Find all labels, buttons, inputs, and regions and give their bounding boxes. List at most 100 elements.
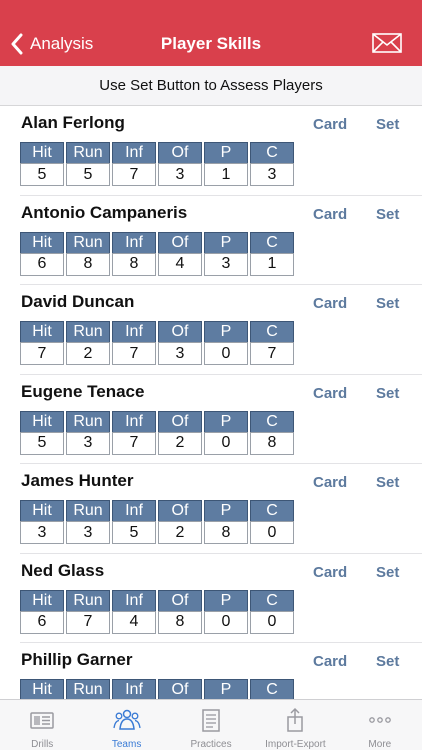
skill-cell: Run 8	[66, 231, 110, 276]
skill-label: P	[204, 142, 248, 163]
card-button[interactable]: Card	[313, 295, 347, 312]
skill-value: 7	[112, 163, 156, 186]
skill-cell: Inf 7	[112, 142, 156, 186]
more-icon	[368, 717, 391, 723]
set-button[interactable]: Set	[376, 474, 399, 491]
skill-label: C	[250, 321, 294, 342]
skill-value: 8	[66, 252, 110, 276]
tab-teams[interactable]: Teams	[84, 700, 168, 750]
card-button[interactable]: Card	[313, 653, 347, 670]
skill-value: 3	[20, 521, 64, 544]
skill-cell: Run 7	[66, 589, 110, 634]
tab-label: More	[368, 739, 392, 750]
card-button[interactable]: Card	[313, 206, 347, 223]
skill-value: 0	[204, 610, 248, 634]
tab-drills[interactable]: Drills	[0, 700, 84, 750]
tab-practices[interactable]: Practices	[169, 700, 253, 750]
skill-label: C	[250, 500, 294, 521]
skill-cell: Hit 5	[20, 410, 64, 455]
skill-value: 7	[112, 431, 156, 455]
skill-value: 0	[204, 431, 248, 455]
skill-grid: Hit 5 Run 5 Inf 7 Of 3 P 1 C 3	[20, 142, 296, 186]
skill-label: Hit	[20, 589, 64, 611]
skill-value: 5	[20, 431, 64, 455]
skill-value: 7	[20, 342, 64, 365]
card-button[interactable]: Card	[313, 564, 347, 581]
set-button[interactable]: Set	[376, 116, 399, 133]
skill-cell: C8	[250, 410, 294, 455]
player-name: Eugene Tenace	[21, 381, 145, 401]
skill-value: 0	[204, 342, 248, 365]
player-row: James Hunter Card Set Hit 3 Run 3 Inf 5 Of 2 P 8 C 0	[20, 464, 422, 554]
skill-label: Inf	[112, 142, 156, 163]
skill-grid: Hit Run Inf Of P C	[20, 679, 296, 699]
skill-value: 5	[20, 163, 64, 186]
set-button[interactable]: Set	[376, 564, 399, 581]
card-button[interactable]: Card	[313, 385, 347, 402]
skill-cell: P3	[204, 231, 248, 276]
skill-label: C	[250, 142, 294, 163]
set-button[interactable]: Set	[376, 385, 399, 402]
skill-cell: Inf 8	[112, 231, 156, 276]
skill-value: 8	[112, 252, 156, 276]
skill-value: 3	[66, 521, 110, 544]
skill-cell: Run 3	[66, 410, 110, 455]
skill-label: C	[250, 679, 294, 699]
skill-cell: Run 3	[66, 500, 110, 544]
skill-grid: Hit 6 Run 8 Inf 8 Of 4 P 3 C 1	[20, 231, 296, 276]
player-list[interactable]: Alan Ferlong Card Set Hit 5 Run 5 Inf 7 Of 3 P 1 C 3 An…	[0, 106, 422, 699]
tab-more[interactable]: More	[338, 700, 422, 750]
skill-cell: P0	[204, 589, 248, 634]
set-button[interactable]: Set	[376, 653, 399, 670]
skill-label: Inf	[112, 231, 156, 253]
skill-value: 1	[250, 252, 294, 276]
skill-cell: Hit 7	[20, 321, 64, 365]
skill-label: P	[204, 679, 248, 699]
skill-label: C	[250, 410, 294, 432]
skill-cell: P8	[204, 500, 248, 544]
skill-cell: C7	[250, 321, 294, 365]
skill-cell: P1	[204, 142, 248, 186]
skill-label: P	[204, 231, 248, 253]
mail-icon[interactable]	[372, 33, 402, 53]
skill-label: Of	[158, 589, 202, 611]
skill-cell: P	[204, 679, 248, 699]
skill-value: 2	[66, 342, 110, 365]
skill-value: 8	[158, 610, 202, 634]
skill-label: Run	[66, 500, 110, 521]
player-name: David Duncan	[21, 292, 135, 311]
set-button[interactable]: Set	[376, 295, 399, 312]
skill-label: Inf	[112, 500, 156, 521]
skill-label: P	[204, 410, 248, 432]
navigation-bar: Analysis Player Skills	[0, 0, 422, 66]
skill-value: 8	[204, 521, 248, 544]
skill-label: Run	[66, 321, 110, 342]
skill-label: P	[204, 321, 248, 342]
player-row: David Duncan Card Set Hit 7 Run 2 Inf 7 Of 3 P 0 C 7	[20, 285, 422, 375]
skill-cell: Hit 5	[20, 142, 64, 186]
skill-label: Hit	[20, 500, 64, 521]
player-row: Ned Glass Card Set Hit 6 Run 7 Inf 4 Of 8 P 0 C 0	[20, 554, 422, 643]
share-icon	[287, 707, 304, 732]
card-button[interactable]: Card	[313, 116, 347, 133]
skill-cell: P0	[204, 410, 248, 455]
tab-import-export[interactable]: Import-Export	[253, 700, 337, 750]
skill-cell: C	[250, 679, 294, 699]
skill-value: 2	[158, 431, 202, 455]
skill-value: 7	[112, 342, 156, 365]
skill-label: Inf	[112, 321, 156, 342]
skill-label: Run	[66, 142, 110, 163]
skill-cell: Hit	[20, 679, 64, 699]
skill-cell: Hit 3	[20, 500, 64, 544]
card-button[interactable]: Card	[313, 474, 347, 491]
tab-bar: Drills Teams Practices Import-Export More	[0, 699, 422, 750]
skill-label: Hit	[20, 410, 64, 432]
skill-label: P	[204, 589, 248, 611]
player-row: Antonio Campaneris Card Set Hit 6 Run 8 Inf 8 Of 4…	[20, 196, 422, 285]
skill-label: Inf	[112, 410, 156, 432]
skill-cell: Of 8	[158, 589, 202, 634]
tab-label: Teams	[111, 739, 142, 750]
player-name: Ned Glass	[21, 560, 105, 580]
skill-label: Of	[158, 410, 202, 432]
set-button[interactable]: Set	[376, 206, 399, 223]
